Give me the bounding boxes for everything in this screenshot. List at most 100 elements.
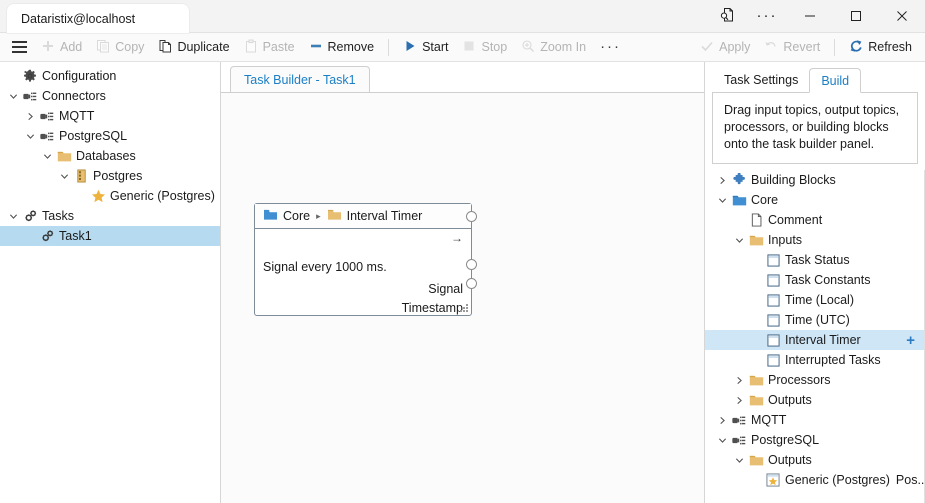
- chevron-right-icon[interactable]: [732, 396, 747, 405]
- chevron-right-icon[interactable]: [715, 416, 730, 425]
- chevron-down-icon[interactable]: [40, 152, 55, 161]
- chevron-down-icon[interactable]: [732, 456, 747, 465]
- title-bar-actions: ···: [707, 0, 925, 32]
- build-pane: Task Settings Build Drag input topics, o…: [704, 62, 925, 503]
- close-icon: [897, 11, 907, 21]
- sidebar-item-label: Connectors: [42, 88, 106, 103]
- toolbar-start-button[interactable]: Start: [396, 36, 455, 59]
- toolbar-apply-label: Apply: [719, 40, 751, 54]
- toolbar-remove-button[interactable]: Remove: [302, 36, 382, 59]
- toolbar-revert-label: Revert: [783, 40, 821, 54]
- hamburger-menu-button[interactable]: [6, 36, 32, 59]
- palette-item-task-status[interactable]: Task Status: [705, 250, 925, 270]
- palette-item-outputs[interactable]: Outputs: [705, 390, 925, 410]
- sidebar-item-postgresql[interactable]: PostgreSQL: [0, 126, 220, 146]
- sidebar-item-generic-postgres[interactable]: Generic (Postgres): [0, 186, 220, 206]
- sidebar-item-task1[interactable]: Task1: [0, 226, 220, 246]
- toolbar-refresh-button[interactable]: Refresh: [842, 36, 919, 59]
- node-name-label: Interval Timer: [346, 209, 423, 223]
- palette-item-interrupted-tasks[interactable]: Interrupted Tasks: [705, 350, 925, 370]
- toolbar-separator-1: [388, 38, 390, 56]
- toolbar-zoom-in-button[interactable]: Zoom In: [514, 36, 593, 59]
- chevron-right-icon[interactable]: [23, 112, 38, 121]
- sidebar-item-postgres[interactable]: Postgres: [0, 166, 220, 186]
- palette-item-outputs[interactable]: Outputs: [705, 450, 925, 470]
- toolbar-overflow-button[interactable]: ···: [593, 36, 628, 59]
- toolbar-paste-button[interactable]: Paste: [237, 36, 302, 59]
- palette-item-interval-timer[interactable]: Interval Timer +: [705, 330, 925, 350]
- sidebar-item-label: MQTT: [59, 108, 95, 123]
- node-output-port-signal[interactable]: [466, 259, 477, 270]
- palette-item-core[interactable]: Core: [705, 190, 925, 210]
- toolbar-duplicate-button[interactable]: Duplicate: [151, 36, 236, 59]
- chevron-right-icon[interactable]: [732, 376, 747, 385]
- toolbar-stop-button[interactable]: Stop: [455, 36, 514, 59]
- search-document-button[interactable]: [707, 0, 747, 32]
- sidebar-item-label: PostgreSQL: [59, 128, 128, 143]
- palette-item-postgresql[interactable]: PostgreSQL: [705, 430, 925, 450]
- palette-item-processors[interactable]: Processors: [705, 370, 925, 390]
- maximize-icon: [851, 11, 861, 21]
- toolbar-stop-label: Stop: [481, 40, 508, 54]
- node-resize-grip[interactable]: [460, 304, 468, 312]
- task-builder-canvas[interactable]: Core ▸ Interval Timer → Signal every 100: [221, 92, 704, 503]
- sidebar-item-tasks[interactable]: Tasks: [0, 206, 220, 226]
- sidebar-item-configuration[interactable]: Configuration: [0, 66, 220, 86]
- palette-item-label: Core: [751, 192, 779, 207]
- palette-item-time-utc[interactable]: Time (UTC): [705, 310, 925, 330]
- palette-item-generic-postgres[interactable]: Generic (Postgres) Pos...: [705, 470, 925, 490]
- node-separator-arrow: ▸: [316, 210, 321, 221]
- tab-task-settings[interactable]: Task Settings: [713, 67, 809, 92]
- tab-build[interactable]: Build: [809, 68, 862, 93]
- palette-item-time-local[interactable]: Time (Local): [705, 290, 925, 310]
- sidebar-item-mqtt[interactable]: MQTT: [0, 106, 220, 126]
- palette-item-label: MQTT: [751, 412, 787, 427]
- chevron-down-icon[interactable]: [732, 236, 747, 245]
- add-block-icon[interactable]: +: [906, 333, 919, 348]
- close-button[interactable]: [879, 0, 925, 32]
- palette-item-label: Task Status: [785, 252, 850, 267]
- node-output-port-trigger[interactable]: [466, 211, 477, 222]
- chevron-down-icon[interactable]: [57, 172, 72, 181]
- build-hint: Drag input topics, output topics, proces…: [712, 92, 918, 164]
- block-icon: [764, 333, 782, 347]
- more-options-button[interactable]: ···: [747, 0, 787, 32]
- plug-icon: [38, 110, 56, 123]
- palette-item-comment[interactable]: Comment: [705, 210, 925, 230]
- toolbar-add-button[interactable]: Add: [34, 36, 89, 59]
- toolbar-apply-button[interactable]: Apply: [693, 36, 757, 59]
- toolbar-revert-button[interactable]: Revert: [757, 36, 827, 59]
- ellipsis-icon: ···: [756, 7, 778, 24]
- window-title-tab[interactable]: Dataristix@localhost: [7, 4, 189, 33]
- minimize-button[interactable]: [787, 0, 833, 32]
- node-port-timestamp-label: Timestamp: [401, 301, 463, 315]
- chevron-down-icon[interactable]: [6, 212, 21, 221]
- chevron-down-icon[interactable]: [715, 196, 730, 205]
- sidebar-item-label: Databases: [76, 148, 136, 163]
- palette-item-label: Generic (Postgres): [785, 472, 890, 487]
- palette-item-inputs[interactable]: Inputs: [705, 230, 925, 250]
- folder-orange-icon: [327, 208, 342, 224]
- toolbar-copy-button[interactable]: Copy: [89, 36, 151, 59]
- palette-item-label: Outputs: [768, 392, 812, 407]
- sidebar-item-connectors[interactable]: Connectors: [0, 86, 220, 106]
- tab-task-builder[interactable]: Task Builder - Task1: [230, 66, 370, 92]
- node-header[interactable]: Core ▸ Interval Timer: [255, 204, 471, 229]
- palette-item-task-constants[interactable]: Task Constants: [705, 270, 925, 290]
- main-toolbar: Add Copy Duplicate Paste Remove Start St…: [0, 33, 925, 62]
- chevron-down-icon[interactable]: [23, 132, 38, 141]
- palette-item-building-blocks[interactable]: Building Blocks: [705, 170, 925, 190]
- folder-blue-icon: [730, 194, 748, 207]
- sidebar-item-databases[interactable]: Databases: [0, 146, 220, 166]
- zoom-in-icon: [521, 39, 535, 56]
- chevron-down-icon[interactable]: [715, 436, 730, 445]
- node-interval-timer[interactable]: Core ▸ Interval Timer → Signal every 100: [254, 203, 477, 316]
- chevron-down-icon[interactable]: [6, 92, 21, 101]
- palette-item-mqtt[interactable]: MQTT: [705, 410, 925, 430]
- chevron-right-icon[interactable]: [715, 176, 730, 185]
- block-icon: [764, 293, 782, 307]
- node-output-port-timestamp[interactable]: [466, 278, 477, 289]
- block-icon: [764, 353, 782, 367]
- palette-item-label: Time (UTC): [785, 312, 850, 327]
- maximize-button[interactable]: [833, 0, 879, 32]
